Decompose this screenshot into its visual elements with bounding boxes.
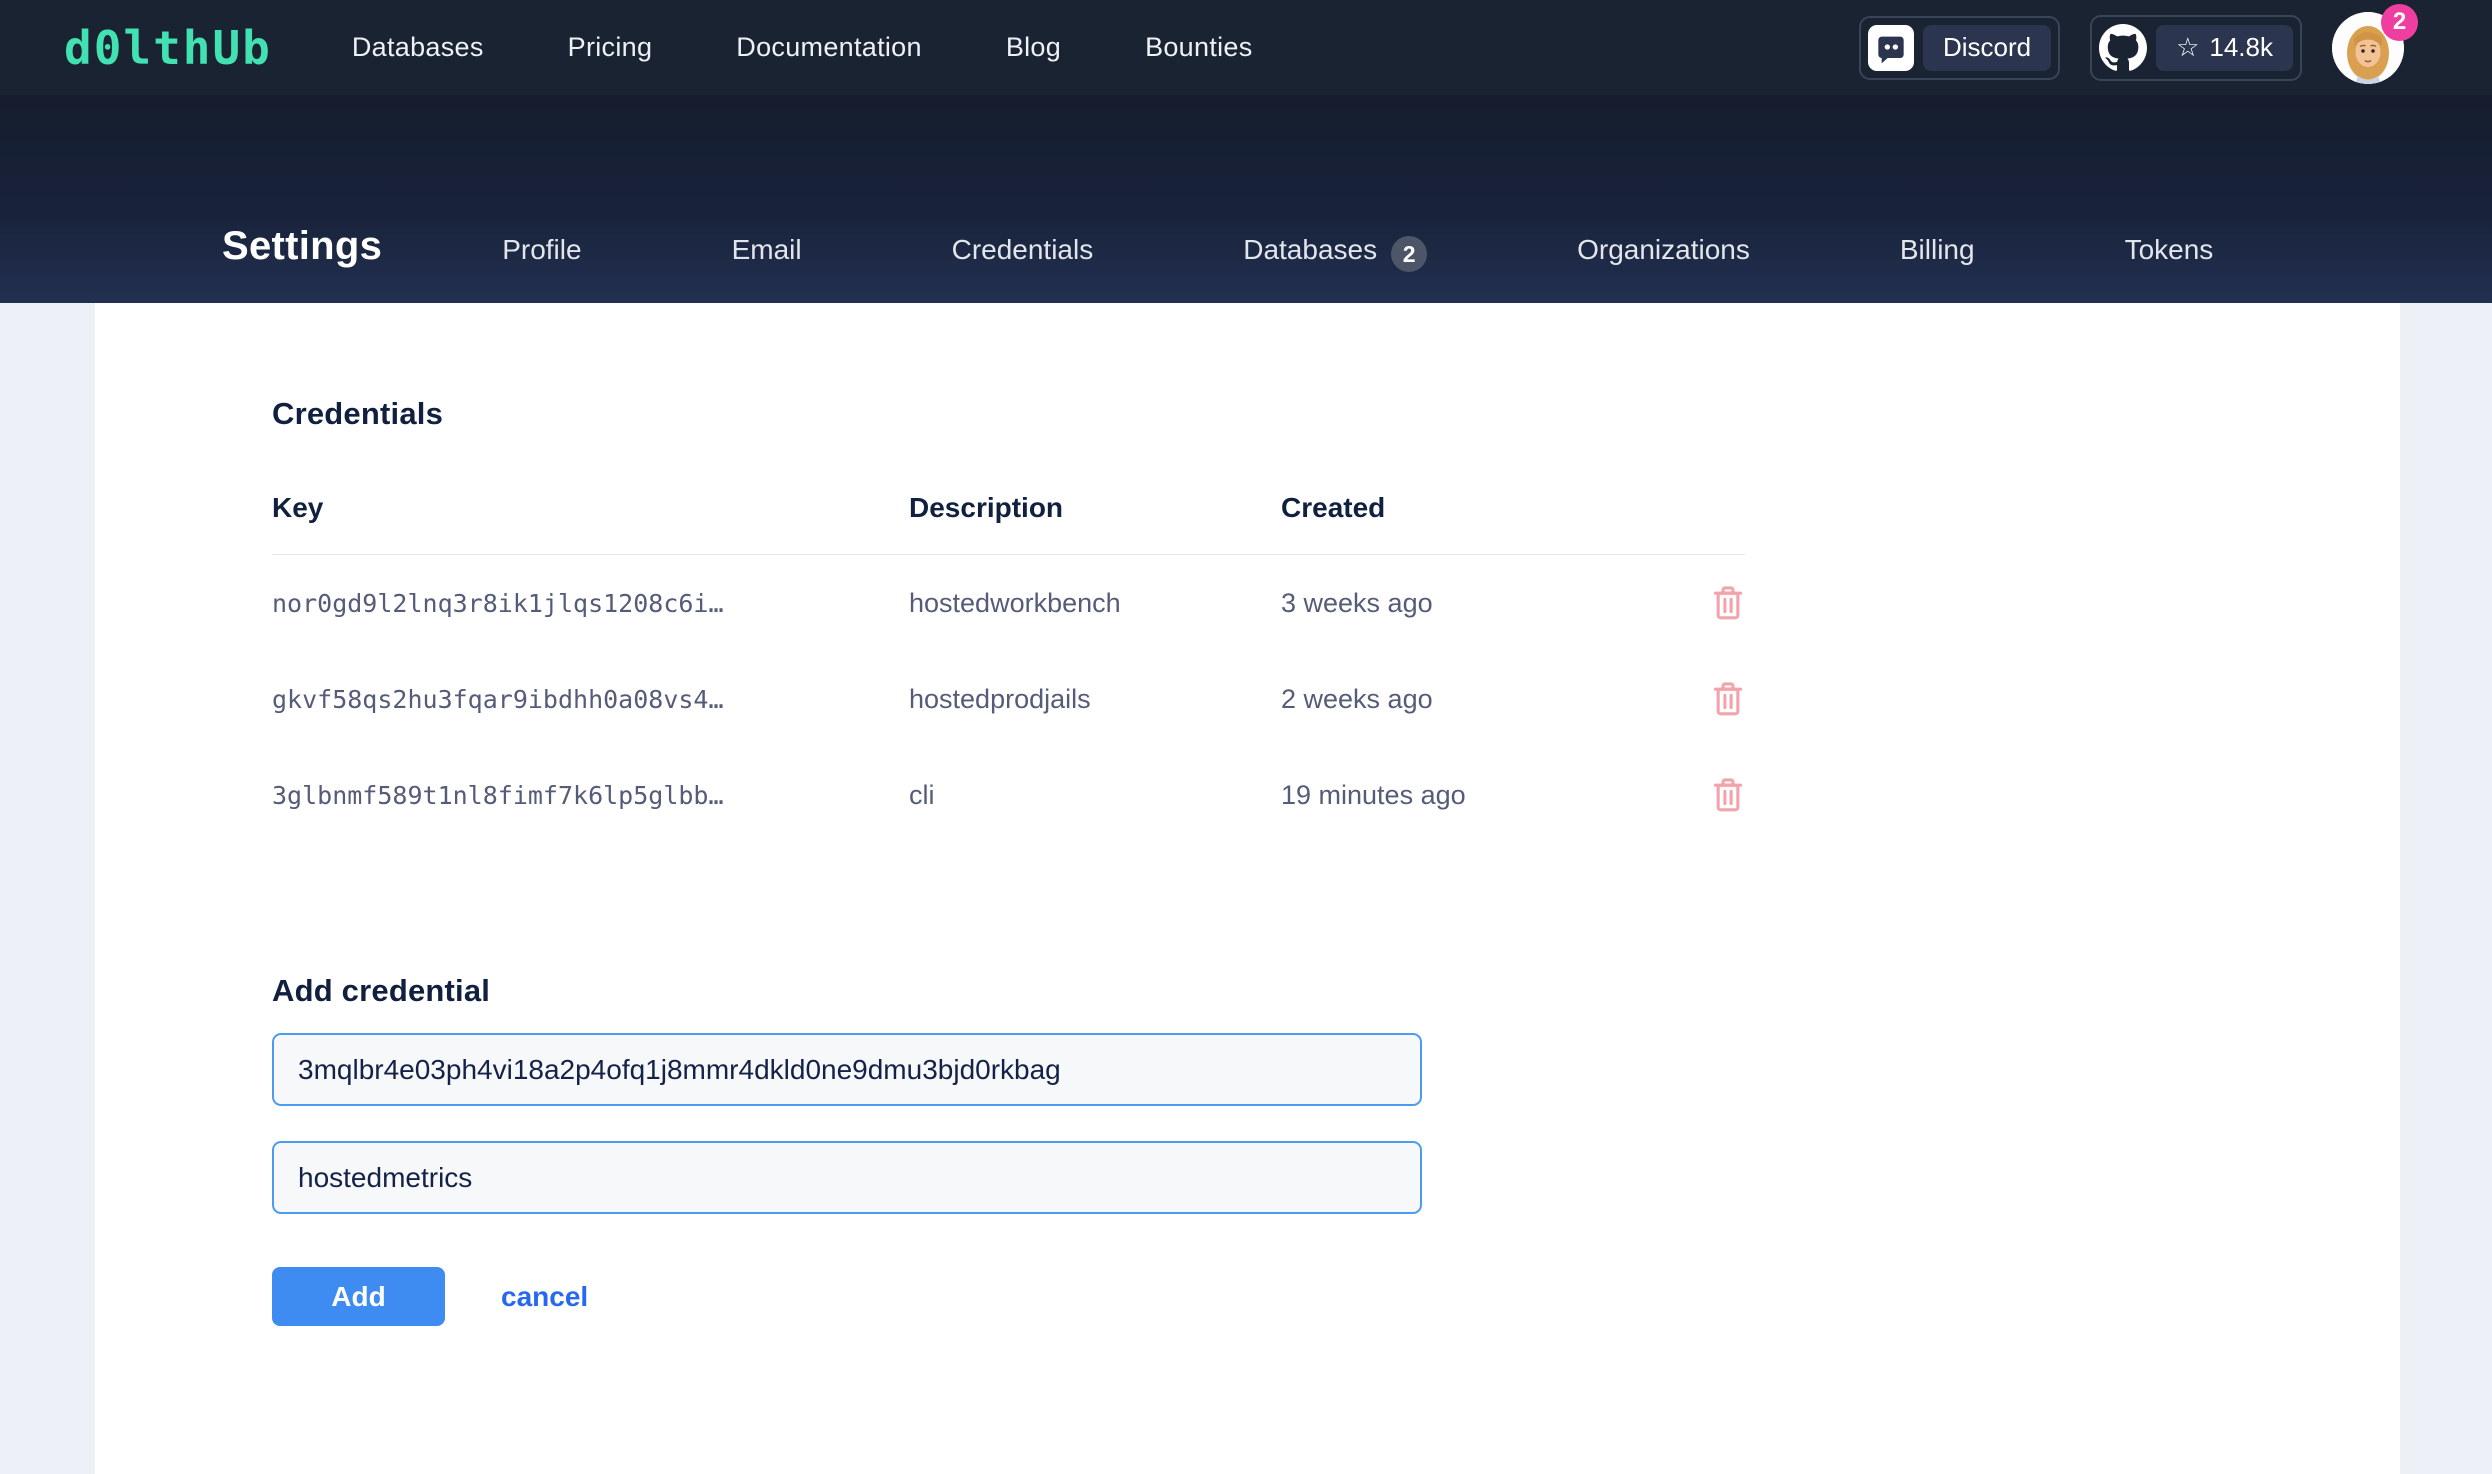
github-star-count: ☆ 14.8k <box>2156 25 2293 71</box>
nav-link-pricing[interactable]: Pricing <box>568 32 653 63</box>
delete-credential-button[interactable] <box>1671 584 1745 622</box>
github-star-button[interactable]: ☆ 14.8k <box>2090 15 2302 81</box>
main-nav: Databases Pricing Documentation Blog Bou… <box>352 32 1253 63</box>
credential-created: 2 weeks ago <box>1281 651 1671 747</box>
tab-organizations[interactable]: Organizations <box>1577 234 1750 266</box>
top-navbar: d0lthUb Databases Pricing Documentation … <box>0 0 2492 95</box>
credential-created: 3 weeks ago <box>1281 555 1671 652</box>
tab-tokens[interactable]: Tokens <box>2125 234 2214 266</box>
tab-databases[interactable]: Databases 2 <box>1243 232 1427 268</box>
credential-created: 19 minutes ago <box>1281 747 1671 843</box>
credential-key: nor0gd9l2lnq3r8ik1jlqs1208c6i… <box>272 555 909 652</box>
page-title: Settings <box>222 224 382 269</box>
add-credential-heading: Add credential <box>272 973 2400 1009</box>
column-header-description: Description <box>909 492 1281 555</box>
tab-profile[interactable]: Profile <box>502 234 581 266</box>
nav-link-blog[interactable]: Blog <box>1006 32 1061 63</box>
star-count-value: 14.8k <box>2209 32 2273 63</box>
notification-badge: 2 <box>2381 4 2418 41</box>
tab-billing[interactable]: Billing <box>1900 234 1975 266</box>
user-menu[interactable]: 2 <box>2332 12 2404 84</box>
add-button[interactable]: Add <box>272 1267 445 1326</box>
trash-icon <box>1711 584 1745 622</box>
credential-key: gkvf58qs2hu3fqar9ibdhh0a08vs4… <box>272 651 909 747</box>
table-row: nor0gd9l2lnq3r8ik1jlqs1208c6i… hostedwor… <box>272 555 1745 652</box>
star-icon: ☆ <box>2176 32 2199 63</box>
navbar-right-cluster: Discord ☆ 14.8k <box>1859 12 2404 84</box>
credential-description: hostedprodjails <box>909 651 1281 747</box>
column-header-actions <box>1671 492 1745 555</box>
column-header-created: Created <box>1281 492 1671 555</box>
databases-count-badge: 2 <box>1391 236 1427 272</box>
settings-tabs: Profile Email Credentials Databases 2 Or… <box>502 232 2213 268</box>
credential-key-input[interactable] <box>272 1033 1422 1106</box>
github-icon <box>2099 24 2147 72</box>
trash-icon <box>1711 776 1745 814</box>
credential-description-input[interactable] <box>272 1141 1422 1214</box>
table-row: gkvf58qs2hu3fqar9ibdhh0a08vs4… hostedpro… <box>272 651 1745 747</box>
credential-description: hostedworkbench <box>909 555 1281 652</box>
credentials-heading: Credentials <box>272 396 2400 432</box>
delete-credential-button[interactable] <box>1671 776 1745 814</box>
tab-credentials[interactable]: Credentials <box>952 234 1094 266</box>
settings-header: Settings Profile Email Credentials Datab… <box>0 95 2492 303</box>
discord-icon <box>1868 25 1914 71</box>
dolthub-logo[interactable]: d0lthUb <box>64 21 272 75</box>
nav-link-bounties[interactable]: Bounties <box>1145 32 1252 63</box>
credentials-panel: Credentials Key Description Created nor0… <box>95 303 2400 1474</box>
column-header-key: Key <box>272 492 909 555</box>
add-credential-actions: Add cancel <box>272 1267 2400 1326</box>
table-row: 3glbnmf589t1nl8fimf7k6lp5glbb… cli 19 mi… <box>272 747 1745 843</box>
table-header-row: Key Description Created <box>272 492 1745 555</box>
tab-email[interactable]: Email <box>732 234 802 266</box>
nav-link-documentation[interactable]: Documentation <box>736 32 922 63</box>
nav-link-databases[interactable]: Databases <box>352 32 484 63</box>
cancel-link[interactable]: cancel <box>501 1281 588 1313</box>
discord-button-label: Discord <box>1923 25 2051 71</box>
credential-key: 3glbnmf589t1nl8fimf7k6lp5glbb… <box>272 747 909 843</box>
credential-description: cli <box>909 747 1281 843</box>
credentials-table: Key Description Created nor0gd9l2lnq3r8i… <box>272 492 1745 843</box>
discord-button[interactable]: Discord <box>1859 16 2060 80</box>
delete-credential-button[interactable] <box>1671 680 1745 718</box>
trash-icon <box>1711 680 1745 718</box>
